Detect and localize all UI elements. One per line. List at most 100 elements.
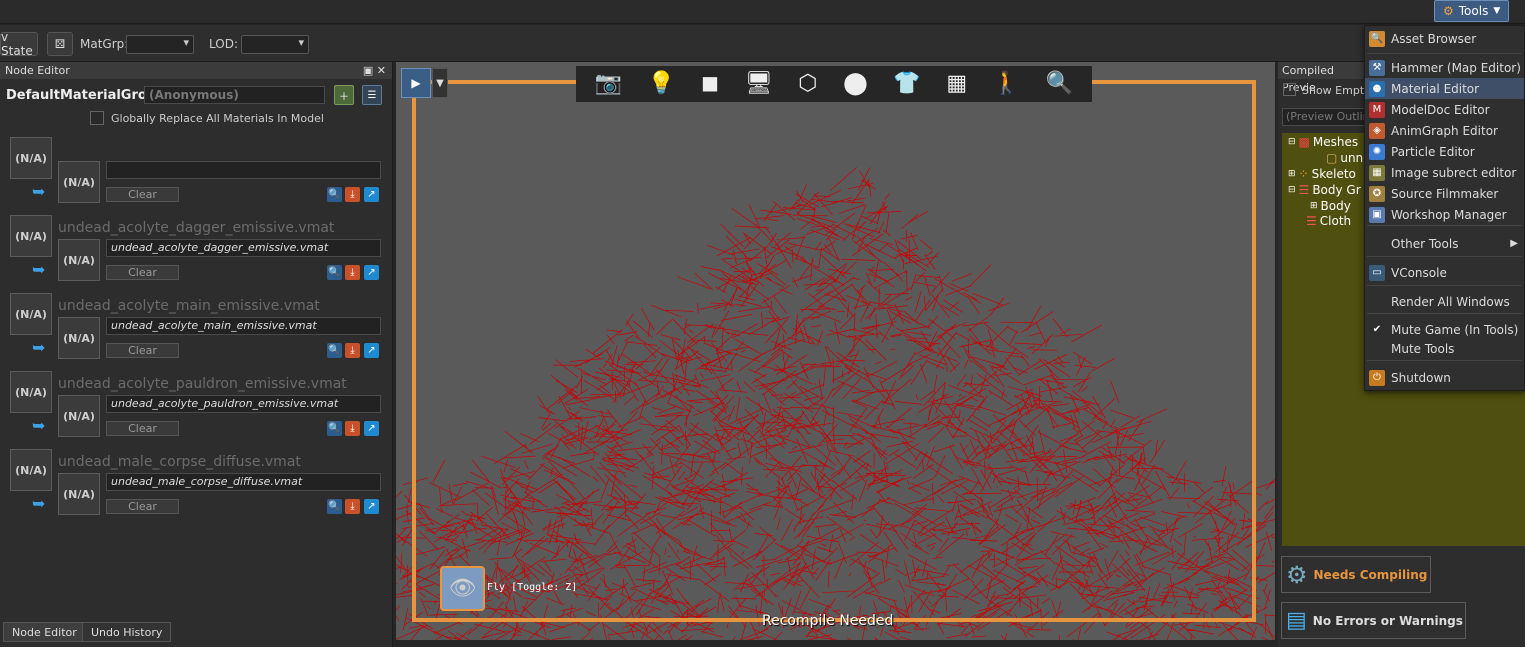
material-preview-slot[interactable]: (N/A) [10, 137, 52, 179]
menu-item[interactable]: ▭ VConsole [1365, 262, 1524, 283]
menu-item[interactable]: ◈ AnimGraph Editor [1365, 120, 1524, 141]
play-options-dropdown[interactable]: ▼ [432, 68, 448, 98]
open-material-icon[interactable]: ↗ [364, 343, 379, 358]
hammer-icon: ⚒ [1369, 59, 1385, 76]
grid-icon[interactable]: ▦ [946, 73, 967, 95]
shapes-icon[interactable]: ⬤ [843, 73, 868, 95]
pick-material-icon[interactable]: ⤓ [345, 499, 360, 514]
fly-mode-label: Fly [Toggle: Z] [487, 582, 578, 593]
tree-label: Meshes [1312, 135, 1359, 149]
monitor-icon[interactable]: 🖥 [745, 73, 773, 95]
material-preview-slot[interactable]: (N/A) [10, 371, 52, 413]
material-preview-slot-2[interactable]: (N/A) [58, 317, 100, 359]
search-icon[interactable]: 🔍 [327, 343, 342, 358]
menu-item[interactable]: ▦ Image subrect editor [1365, 162, 1524, 183]
group-name-input[interactable]: (Anonymous) [144, 86, 325, 104]
menu-item[interactable]: ✔ Mute Game (In Tools) [1365, 319, 1524, 340]
outline-filter-input[interactable]: (Preview Outline [1282, 108, 1366, 126]
tab-node-editor[interactable]: Node Editor [3, 622, 86, 642]
clear-button[interactable]: Clear [106, 265, 179, 280]
cube-icon[interactable]: ◼ [701, 73, 719, 95]
tree-item-cloth[interactable]: ☰ Cloth [1306, 214, 1351, 228]
shirt-icon[interactable]: 👕 [893, 73, 920, 95]
material-preview-slot-2[interactable]: (N/A) [58, 395, 100, 437]
camera-icon[interactable]: 📷 [595, 73, 622, 95]
clear-button[interactable]: Clear [106, 499, 179, 514]
dice-button[interactable]: ⚄ [47, 32, 73, 56]
particle-icon: ✺ [1369, 143, 1385, 160]
state-button[interactable]: v State [0, 30, 38, 58]
menu-item[interactable]: ✺ Particle Editor [1365, 141, 1524, 162]
magnify-icon[interactable]: 🔍 [1046, 73, 1073, 95]
open-material-icon[interactable]: ↗ [364, 499, 379, 514]
tree-item-meshes[interactable]: ⊟ ▩ Meshes [1288, 135, 1358, 149]
pick-material-icon[interactable]: ⤓ [345, 187, 360, 202]
figure-icon[interactable]: 🚶 [993, 73, 1020, 95]
material-path-input[interactable]: undead_acolyte_dagger_emissive.vmat [106, 239, 381, 257]
replace-checkbox[interactable] [90, 111, 104, 125]
material-preview-slot-2[interactable]: (N/A) [58, 161, 100, 203]
menu-item[interactable]: 🔍 Asset Browser [1365, 28, 1524, 49]
material-preview-slot[interactable]: (N/A) [10, 215, 52, 257]
clear-button[interactable]: Clear [106, 187, 179, 202]
recompile-status: Recompile Needed [762, 613, 894, 629]
material-path-input[interactable] [106, 161, 381, 179]
material-preview-slot[interactable]: (N/A) [10, 449, 52, 491]
menu-item[interactable]: Render All Windows [1365, 291, 1524, 312]
lod-select[interactable] [241, 35, 309, 54]
pick-material-icon[interactable]: ⤓ [345, 265, 360, 280]
material-path-input[interactable]: undead_male_corpse_diffuse.vmat [106, 473, 381, 491]
search-icon[interactable]: 🔍 [327, 499, 342, 514]
open-material-icon[interactable]: ↗ [364, 421, 379, 436]
material-path-input[interactable]: undead_acolyte_main_emissive.vmat [106, 317, 381, 335]
menu-item[interactable]: ⚒ Hammer (Map Editor) [1365, 57, 1524, 78]
menu-item[interactable]: ▣ Workshop Manager [1365, 204, 1524, 225]
search-icon[interactable]: 🔍 [327, 421, 342, 436]
list-button[interactable]: ☰ [362, 85, 382, 105]
pick-material-icon[interactable]: ⤓ [345, 421, 360, 436]
menu-item[interactable]: Mute Tools [1365, 338, 1524, 359]
clear-button[interactable]: Clear [106, 343, 179, 358]
menu-item[interactable]: ✪ Source Filmmaker [1365, 183, 1524, 204]
subrect-icon: ▦ [1369, 164, 1385, 181]
menu-item-label: Other Tools [1391, 236, 1459, 251]
dice-icon: ⚄ [54, 37, 66, 51]
menu-item[interactable]: ● Material Editor [1365, 78, 1524, 99]
open-material-icon[interactable]: ↗ [364, 265, 379, 280]
tree-item-unnamed[interactable]: ▢ unn [1326, 151, 1363, 165]
clear-button[interactable]: Clear [106, 421, 179, 436]
material-preview-slot-2[interactable]: (N/A) [58, 239, 100, 281]
menu-item[interactable]: M ModelDoc Editor [1365, 99, 1524, 120]
search-icon[interactable]: 🔍 [327, 265, 342, 280]
float-close-icons[interactable]: ▣ ✕ [363, 62, 386, 79]
needs-compiling-button[interactable]: ⚙ Needs Compiling [1281, 556, 1431, 593]
menu-spacer [1369, 294, 1385, 310]
wireframe-icon[interactable]: ⬡ [798, 73, 817, 95]
matgrp-select[interactable] [126, 35, 194, 54]
material-preview-slot-2[interactable]: (N/A) [58, 473, 100, 515]
tools-menu-button[interactable]: ⚙ Tools ▼ [1434, 0, 1509, 22]
light-icon[interactable]: 💡 [648, 73, 675, 95]
winged-eye-icon: 👁 [448, 576, 477, 601]
material-path-input[interactable]: undead_acolyte_pauldron_emissive.vmat [106, 395, 381, 413]
errors-warnings-button[interactable]: ▤ No Errors or Warnings [1281, 602, 1466, 639]
document-icon: ▤ [1286, 608, 1307, 633]
menu-separator [1367, 313, 1522, 314]
pick-material-icon[interactable]: ⤓ [345, 343, 360, 358]
needs-compiling-label: Needs Compiling [1313, 567, 1428, 582]
compiled-preview-title: Compiled Previe [1278, 62, 1368, 94]
add-group-button[interactable]: ＋ [334, 85, 354, 105]
play-button[interactable]: ▶ [401, 68, 431, 98]
tree-item-skeleton[interactable]: ⊞ ⁘ Skeleto [1288, 167, 1356, 181]
menu-item[interactable]: Other Tools ▶ [1365, 233, 1524, 254]
tree-item-body-group[interactable]: ⊟ ☰ Body Gr [1288, 183, 1361, 197]
tab-undo-history[interactable]: Undo History [82, 622, 172, 642]
menu-item[interactable]: ⏻ Shutdown [1365, 367, 1524, 388]
na-label: (N/A) [63, 175, 95, 189]
fly-mode-button[interactable]: 👁 [440, 566, 485, 611]
material-preview-slot[interactable]: (N/A) [10, 293, 52, 335]
tree-item-body[interactable]: ⊞ Body [1310, 199, 1351, 213]
search-icon[interactable]: 🔍 [327, 187, 342, 202]
open-material-icon[interactable]: ↗ [364, 187, 379, 202]
show-empty-checkbox[interactable] [1283, 83, 1296, 96]
